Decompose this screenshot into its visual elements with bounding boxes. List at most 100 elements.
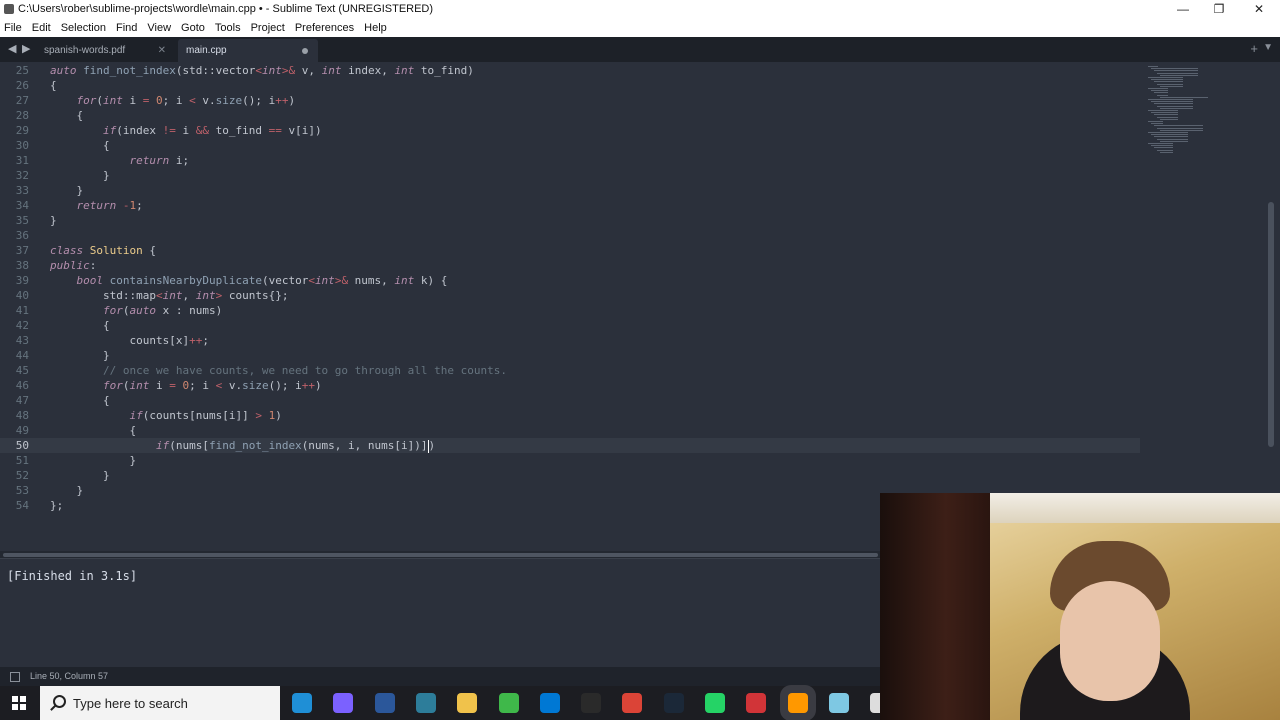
code-line[interactable]: 26 { [0, 78, 1140, 93]
close-button[interactable]: ✕ [1240, 0, 1278, 19]
code-text: std::map<int, int> counts{}; [50, 289, 289, 302]
notepad-icon[interactable] [828, 693, 849, 713]
code-text: { [50, 424, 137, 437]
store-icon[interactable] [415, 693, 436, 713]
code-line[interactable]: 48 if(counts[nums[i]] > 1) [0, 408, 1140, 423]
menu-find[interactable]: Find [112, 19, 143, 37]
code-line[interactable]: 38 public: [0, 258, 1140, 273]
tab-main-cpp[interactable]: main.cpp [178, 39, 318, 62]
word-icon[interactable] [374, 693, 395, 713]
code-text: { [50, 79, 57, 92]
minimap-line [1151, 145, 1173, 147]
code-line[interactable]: 47 { [0, 393, 1140, 408]
unsaved-dot-icon[interactable] [302, 48, 308, 54]
minimap-line [1157, 72, 1198, 74]
code-line[interactable]: 27 for(int i = 0; i < v.size(); i++) [0, 93, 1140, 108]
sublime-icon[interactable] [787, 693, 808, 713]
minimap-line [1154, 147, 1173, 149]
code-text: { [50, 139, 110, 152]
menu-project[interactable]: Project [247, 19, 291, 37]
menu-help[interactable]: Help [360, 19, 393, 37]
tab-next-icon[interactable]: ▶ [22, 42, 30, 55]
menu-file[interactable]: File [0, 19, 28, 37]
code-editor[interactable]: 25 auto find_not_index(std::vector<int>& … [0, 62, 1280, 552]
explorer-icon[interactable] [457, 693, 478, 713]
minimap-line [1154, 81, 1183, 83]
minimap-line [1157, 83, 1183, 85]
tab-close-icon[interactable]: ✕ [158, 39, 166, 62]
code-line[interactable]: 25 auto find_not_index(std::vector<int>& … [0, 63, 1140, 78]
tab-spanish-words[interactable]: spanish-words.pdf ✕ [36, 39, 176, 62]
code-line[interactable]: 49 { [0, 423, 1140, 438]
code-line[interactable]: 30 { [0, 138, 1140, 153]
menu-goto[interactable]: Goto [177, 19, 211, 37]
horizontal-scrollbar-thumb[interactable] [3, 553, 878, 557]
code-text: { [50, 109, 84, 122]
pdf-icon[interactable] [746, 693, 767, 713]
windows-start-icon[interactable] [12, 696, 26, 710]
chrome-icon[interactable] [622, 693, 643, 713]
code-line[interactable]: 33 } [0, 183, 1140, 198]
line-number: 33 [15, 184, 29, 197]
code-line[interactable]: 52 } [0, 468, 1140, 483]
github-icon[interactable] [581, 693, 602, 713]
code-line[interactable]: 40 std::map<int, int> counts{}; [0, 288, 1140, 303]
code-text: if(index != i && to_find == v[i]) [102, 124, 322, 137]
code-line[interactable]: 37 class Solution { [0, 243, 1140, 258]
code-line[interactable]: 44 } [0, 348, 1140, 363]
sync-icon[interactable] [498, 693, 519, 713]
code-line[interactable]: 50 if(nums[find_not_index(nums, i, nums[… [0, 438, 1140, 453]
line-number: 49 [15, 424, 29, 437]
code-line[interactable]: 28 { [0, 108, 1140, 123]
menu-view[interactable]: View [143, 19, 177, 37]
code-line[interactable]: 36 [0, 228, 1140, 243]
restore-button[interactable]: ❐ [1200, 0, 1238, 19]
title-bar: C:\Users\rober\sublime-projects\wordle\m… [0, 0, 1280, 19]
code-text: return -1; [76, 199, 143, 212]
menu-tools[interactable]: Tools [211, 19, 247, 37]
minimap[interactable] [1144, 62, 1254, 162]
code-line[interactable]: 31 return i; [0, 153, 1140, 168]
edge-icon[interactable] [292, 693, 312, 713]
copilot-icon[interactable] [333, 693, 354, 713]
minimap-line [1160, 107, 1193, 109]
code-text: class Solution { [50, 244, 156, 257]
tab-list-icon[interactable]: ▼ [1263, 42, 1273, 53]
code-text: for(int i = 0; i < v.size(); i++) [76, 94, 296, 107]
code-line[interactable]: 32 } [0, 168, 1140, 183]
minimap-line [1151, 123, 1163, 125]
tab-prev-icon[interactable]: ◀ [8, 42, 16, 55]
code-line[interactable]: 45 // once we have counts, we need to go… [0, 363, 1140, 378]
new-tab-icon[interactable]: + [1250, 41, 1258, 56]
code-text: for(int i = 0; i < v.size(); i++) [102, 379, 322, 392]
panel-toggle-icon[interactable] [10, 672, 20, 682]
menu-selection[interactable]: Selection [57, 19, 112, 37]
menu-preferences[interactable]: Preferences [291, 19, 360, 37]
code-line[interactable]: 42 { [0, 318, 1140, 333]
line-number: 32 [15, 169, 29, 182]
code-text: } [50, 484, 84, 497]
minimap-line [1148, 143, 1173, 144]
menu-edit[interactable]: Edit [28, 19, 57, 37]
code-line[interactable]: 51 } [0, 453, 1140, 468]
code-text: if(nums[find_not_index(nums, i, nums[i])… [155, 439, 436, 453]
code-line[interactable]: 46 for(int i = 0; i < v.size(); i++) [0, 378, 1140, 393]
vscode-icon[interactable] [539, 693, 560, 713]
webcam-overlay [880, 493, 1280, 720]
whatsapp-icon[interactable] [705, 693, 725, 713]
code-line[interactable]: 43 counts[x]++; [0, 333, 1140, 348]
vertical-scrollbar[interactable] [1268, 202, 1274, 447]
code-line[interactable]: 29 if(index != i && to_find == v[i]) [0, 123, 1140, 138]
code-text: if(counts[nums[i]] > 1) [129, 409, 282, 422]
minimap-line [1148, 121, 1163, 122]
minimap-line [1157, 127, 1203, 129]
minimap-line [1160, 74, 1198, 76]
code-line[interactable]: 39 bool containsNearbyDuplicate(vector<i… [0, 273, 1140, 288]
minimize-button[interactable]: — [1164, 0, 1202, 19]
taskbar-search[interactable]: Type here to search [40, 686, 280, 720]
code-line[interactable]: 41 for(auto x : nums) [0, 303, 1140, 318]
code-line[interactable]: 34 return -1; [0, 198, 1140, 213]
minimap-line [1160, 96, 1208, 98]
steam-icon[interactable] [663, 693, 684, 713]
code-line[interactable]: 35} [0, 213, 1140, 228]
